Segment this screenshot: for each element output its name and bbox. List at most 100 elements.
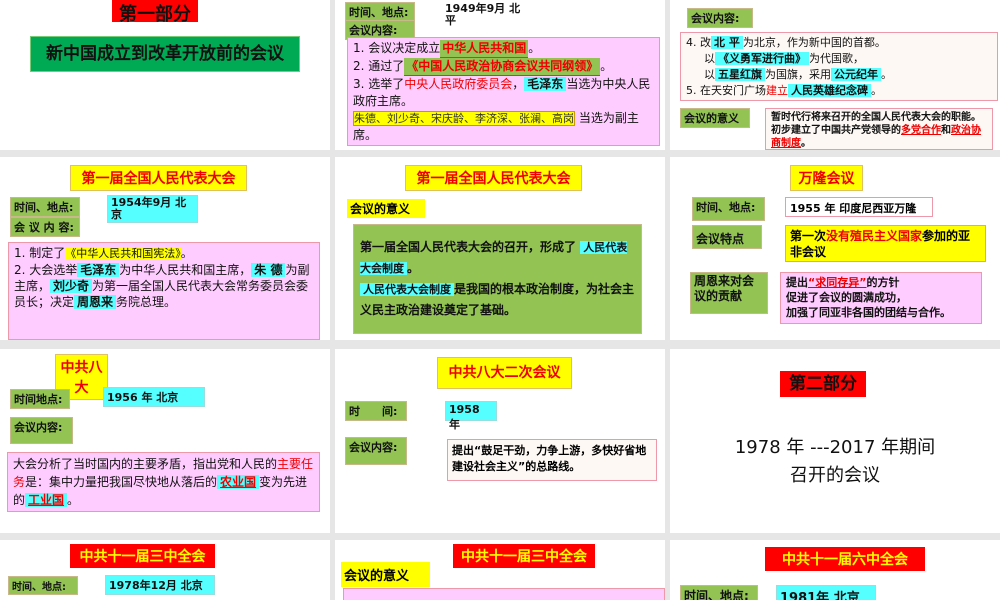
text: 2. 大会选举 <box>14 263 78 277</box>
text: 第一次 <box>790 229 827 243</box>
text: 以 <box>704 52 715 65</box>
slide-title: 万隆会议 <box>790 165 863 191</box>
slide-title: 第一届全国人民代表大会 <box>405 165 582 191</box>
answer: 中央人民政府委员会 <box>404 77 513 91</box>
content-label: 会议内容: <box>687 8 753 28</box>
text: 加强了同亚非各国的团结与合作。 <box>786 306 951 319</box>
text: “求同存异” <box>808 276 867 289</box>
answer: 《中国人民政治协商会议共同纲领》 <box>404 58 601 76</box>
time-label: 时间地点: <box>10 389 70 409</box>
zhou-box: 提出“求同存异”的方针 促进了会议的圆满成功， 加强了同亚非各国的团结与合作。 <box>780 272 982 324</box>
text: 建立 <box>766 84 788 97</box>
significance-label: 会议的意义 <box>347 199 425 218</box>
time-label: 时间、地点: <box>680 585 758 600</box>
zhou-label: 周恩来对会议的贡献 <box>690 272 768 314</box>
text: 。 <box>871 84 882 97</box>
slide-7[interactable]: 中共八大 时间地点: 1956 年 北京 会议内容: 大会分析了当时国内的主要矛… <box>0 349 330 533</box>
part-subtitle: 1978 年 ---2017 年期间 召开的会议 <box>690 434 980 490</box>
part-title: 第一部分 <box>112 0 198 25</box>
time-value: 1949年9月 北平 <box>445 2 521 27</box>
part-title: 第二部分 <box>780 371 866 397</box>
content-label: 会议内容: <box>345 437 407 465</box>
slide-1[interactable]: 第一部分 新中国成立到改革开放前的会议 <box>0 0 330 150</box>
answer: 人民代表大会制度 <box>360 283 454 296</box>
answer: 刘少奇 <box>50 279 93 293</box>
text: 多党合作 <box>901 125 941 136</box>
content-box: 4. 改北 平为北京，作为新中国的首都。 以《义勇军进行曲》 为代国歌， 以五星红… <box>680 32 998 101</box>
text: 提出 <box>786 276 808 289</box>
time-label: 时 间: <box>345 401 407 421</box>
slide-title: 中共十一届三中全会 <box>70 544 215 568</box>
text: ， <box>512 77 525 91</box>
text: 1978 年 ---2017 年期间 <box>734 437 936 458</box>
answer: 《中华人民共和国宪法》 <box>65 247 181 260</box>
time-value: 1955 年 印度尼西亚万隆 <box>785 197 933 217</box>
slide-11[interactable]: 中共十一届三中全会 会议的意义 <box>335 540 665 600</box>
slide-title: 中共十一届六中全会 <box>765 547 925 571</box>
text: 。 <box>801 138 811 149</box>
text: 务院总理。 <box>116 295 177 309</box>
slide-2[interactable]: 时间、地点: 1949年9月 北平 会议内容: 1. 会议决定成立 中华人民共和国… <box>335 0 665 150</box>
text: 5. 在天安门广场 <box>686 84 766 97</box>
answer: 毛泽东 <box>524 77 567 91</box>
slide-4[interactable]: 第一届全国人民代表大会 时间、地点: 1954年9月 北京 会 议 内 容: 1… <box>0 157 330 340</box>
text: 以 <box>704 68 715 81</box>
text: 2. 通过了 <box>353 59 405 73</box>
slide-title: 中共十一届三中全会 <box>453 544 595 568</box>
content-label: 会 议 内 容: <box>10 217 80 237</box>
answer: 朱德、刘少奇、宋庆龄、李济深、张澜、高岗 <box>353 111 575 126</box>
answer: 北 平 <box>711 36 743 49</box>
section-subtitle: 新中国成立到改革开放前的会议 <box>30 36 300 72</box>
content-box: 1. 制定了《中华人民共和国宪法》。 2. 大会选举 毛泽东 为中华人民共和国主席，… <box>8 242 320 340</box>
text: 是：集中力量把我国尽快地从落后的 <box>25 475 218 489</box>
text: 。 <box>528 41 541 55</box>
slide-6[interactable]: 万隆会议 时间、地点: 1955 年 印度尼西亚万隆 会议特点 第一次没有殖民主… <box>670 157 1000 340</box>
time-label: 时间、地点: <box>10 197 80 217</box>
feature-label: 会议特点 <box>692 225 762 249</box>
text: 没有殖民主义国家 <box>826 229 923 243</box>
time-value: 1956 年 北京 <box>103 387 205 407</box>
text: 为国旗，采用 <box>765 68 831 81</box>
slide-5[interactable]: 第一届全国人民代表大会 会议的意义 第一届全国人民代表大会的召开，形成了 人民代… <box>335 157 665 340</box>
answer: 农业国 <box>217 475 260 489</box>
slide-8[interactable]: 中共八大二次会议 时 间: 1958 年 会议内容: 提出“鼓足干劲，力争上游，… <box>335 349 665 533</box>
content-box <box>343 588 665 600</box>
time-value: 1981年 北京 <box>776 585 876 600</box>
content-label: 会议内容: <box>10 417 73 444</box>
time-value: 1958 年 <box>445 401 497 431</box>
text: 。 <box>600 59 613 73</box>
time-value: 1978年12月 北京 <box>105 575 215 595</box>
answer: 人民英雄纪念碑 <box>788 84 871 97</box>
text: 的方针 <box>866 276 900 289</box>
slide-title: 第一届全国人民代表大会 <box>70 165 247 191</box>
answer: 五星红旗 <box>715 68 765 81</box>
content-box: 提出“鼓足干劲，力争上游，多快好省地建设社会主义”的总路线。 <box>447 439 657 481</box>
answer: 工业国 <box>25 493 68 507</box>
text: 为中华人民共和国主席， <box>119 263 252 277</box>
text: 召开的会议 <box>790 465 880 486</box>
text: 和 <box>941 125 951 136</box>
time-label: 时间、地点: <box>345 2 415 22</box>
slide-12[interactable]: 中共十一届六中全会 时间、地点: 1981年 北京 <box>670 540 1000 600</box>
text: 第一届全国人民代表大会的召开，形成了 <box>360 240 577 254</box>
content-box: 大会分析了当时国内的主要矛盾，指出党和人民的主要任务是：集中力量把我国尽快地从落… <box>7 452 320 512</box>
time-label: 时间、地点: <box>8 576 78 595</box>
text: 。 <box>180 246 193 260</box>
text: 3. 选举了 <box>353 77 405 91</box>
significance-label: 会议的意义 <box>341 562 430 587</box>
slide-10[interactable]: 中共十一届三中全会 时间、地点: 1978年12月 北京 <box>0 540 330 600</box>
answer: 朱 德 <box>251 263 286 277</box>
significance-box: 第一届全国人民代表大会的召开，形成了 人民代表大会制度。 人民代表大会制度 是我国… <box>353 224 642 334</box>
text: 。 <box>67 493 80 507</box>
answer: 中华人民共和国 <box>440 40 529 58</box>
slide-3[interactable]: 会议内容: 4. 改北 平为北京，作为新中国的首都。 以《义勇军进行曲》 为代国歌… <box>670 0 1000 150</box>
time-label: 时间、地点: <box>692 197 765 221</box>
answer: 毛泽东 <box>77 263 120 277</box>
text: 1. 会议决定成立 <box>353 41 441 55</box>
text: 1. 制定了 <box>14 246 66 260</box>
text: 为北京，作为新中国的首都。 <box>742 36 886 49</box>
text: 。 <box>881 68 892 81</box>
answer: 《义勇军进行曲》 <box>715 52 809 65</box>
slide-9[interactable]: 第二部分 1978 年 ---2017 年期间 召开的会议 <box>670 349 1000 533</box>
time-value: 1954年9月 北京 <box>107 195 198 223</box>
